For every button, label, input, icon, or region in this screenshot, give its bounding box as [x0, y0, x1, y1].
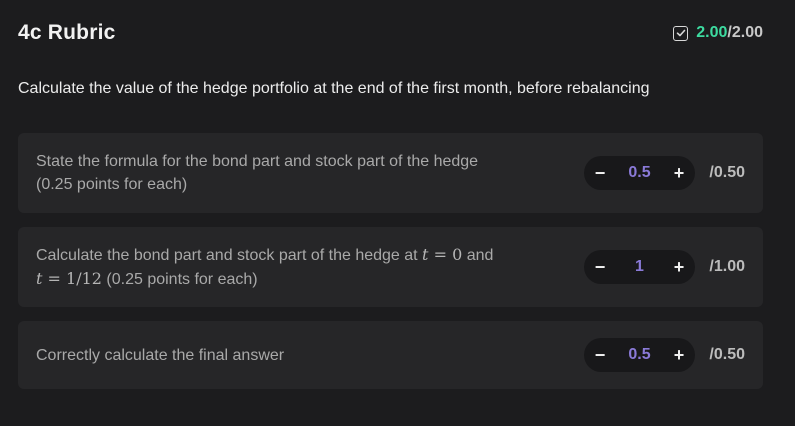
decrement-button[interactable]: −	[592, 257, 608, 277]
criterion-text-line1: State the formula for the bond part and …	[36, 153, 479, 170]
total-score: 2.00/2.00	[673, 24, 763, 42]
rubric-criterion: Correctly calculate the final answer − 0…	[18, 321, 763, 389]
criterion-text: State the formula for the bond part and …	[36, 150, 584, 196]
score-stepper: − 1 +	[584, 250, 695, 284]
rubric-criterion: Calculate the bond part and stock part o…	[18, 227, 763, 307]
math-part: = 1/12	[42, 269, 102, 288]
math-expression: t = 0	[422, 245, 462, 264]
max-score: /0.50	[709, 164, 745, 181]
math-expression: t = 1/12	[36, 269, 102, 288]
question-text: Calculate the value of the hedge portfol…	[18, 80, 650, 97]
increment-button[interactable]: +	[671, 163, 687, 183]
increment-button[interactable]: +	[671, 257, 687, 277]
max-score: /0.50	[709, 346, 745, 363]
score-value[interactable]: 0.5	[628, 164, 650, 182]
decrement-button[interactable]: −	[592, 163, 608, 183]
criterion-text-part: (0.25 points for each)	[101, 271, 258, 288]
decrement-button[interactable]: −	[592, 345, 608, 365]
rubric-header: 4c Rubric 2.00/2.00	[18, 18, 763, 48]
criterion-text: Correctly calculate the final answer	[36, 344, 584, 367]
criterion-text-part: Calculate the bond part and stock part o…	[36, 247, 423, 264]
score-value[interactable]: 0.5	[628, 346, 650, 364]
criterion-text-part: and	[462, 247, 494, 264]
increment-button[interactable]: +	[671, 345, 687, 365]
rubric-title: 4c Rubric	[18, 21, 116, 44]
score-earned: 2.00	[696, 24, 728, 41]
criterion-text-line1: Correctly calculate the final answer	[36, 346, 285, 364]
score-stepper: − 0.5 +	[584, 338, 695, 372]
score-value[interactable]: 1	[635, 258, 644, 276]
checkbox-icon	[673, 25, 689, 41]
criterion-text-line2: (0.25 points for each)	[36, 176, 188, 193]
score-total: 2.00	[731, 24, 763, 41]
score-stepper: − 0.5 +	[584, 156, 695, 190]
math-part: = 0	[428, 245, 463, 264]
rubric-criterion: State the formula for the bond part and …	[18, 133, 763, 213]
criterion-text: Calculate the bond part and stock part o…	[36, 243, 584, 291]
max-score: /1.00	[709, 258, 745, 275]
